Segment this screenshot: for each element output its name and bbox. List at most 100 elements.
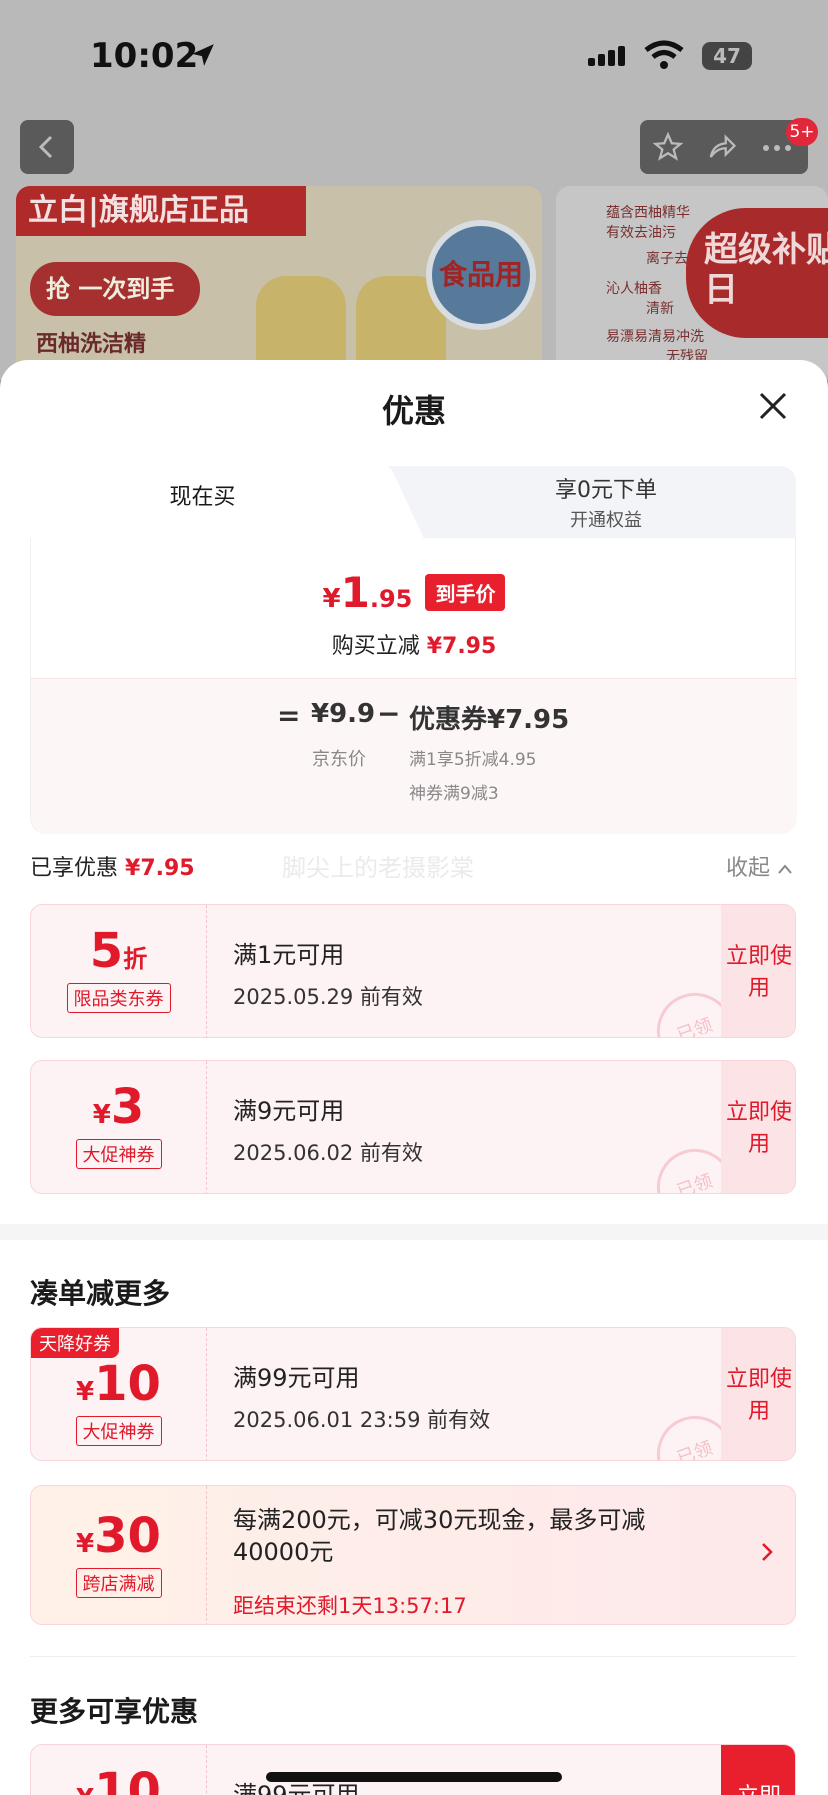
collapse-label: 收起 (726, 856, 771, 881)
more-icon[interactable] (762, 144, 792, 152)
breakdown-minus: − (377, 697, 401, 730)
breakdown-detail: 满1享5折减4.95 (409, 750, 537, 770)
battery-indicator: 47 (702, 42, 752, 70)
sheet-title: 优惠 (381, 392, 446, 430)
use-coupon-button[interactable]: 立即 (721, 1745, 795, 1795)
price-card: ¥1.95 到手价 购买立减 ¥7.95 = ¥9.9 − 优惠券¥7.95 京… (30, 538, 797, 834)
coupon-number: 3 (110, 1079, 145, 1135)
coupon-type-tag: 大促神券 (75, 1139, 162, 1169)
banner-grab: 抢 一次到手 (30, 262, 200, 316)
coupon-unit: 折 (123, 945, 148, 973)
coupon-value: ¥30 跨店满减 (31, 1486, 207, 1624)
final-price-tag: 到手价 (425, 574, 506, 611)
price-decimal: .95 (369, 585, 413, 613)
coupon-type-tag: 跨店满减 (75, 1568, 162, 1598)
background-page: 10:02 47 5+ 立白|旗舰店正品 抢 一次到手 西柚洗洁精 食品用 蕴含… (0, 0, 828, 380)
coupon-amount: ¥30 (31, 1508, 206, 1564)
chevron-left-icon (38, 135, 53, 159)
coupon-card: ¥10 满99元可用 立即 (30, 1744, 796, 1795)
star-icon[interactable] (652, 132, 684, 162)
price-integer: 1 (340, 568, 370, 617)
feature-line: 清新 (646, 301, 674, 317)
coupon-condition: 满1元可用 (233, 941, 345, 969)
enjoyed-amount: ¥7.95 (125, 856, 195, 881)
coupon-type-tag: 大促神券 (75, 1416, 162, 1446)
super-subsidy-badge: 超级补贴日 (686, 208, 828, 338)
use-coupon-button[interactable]: 立即使用 (721, 905, 795, 1037)
coupon-card: 天降好券 ¥10 大促神券 满99元可用 2025.06.01 23:59 前有… (30, 1327, 796, 1461)
tab-buy-now[interactable]: 现在买 (30, 458, 375, 538)
feature-line: 蕴含西柚精华 (606, 205, 690, 221)
section-divider (0, 1224, 828, 1240)
section-title-more: 凑单减更多 (30, 1277, 171, 1310)
enjoyed-label: 已享优惠 (30, 856, 119, 881)
banner-product-name: 西柚洗洁精 (36, 332, 147, 357)
use-coupon-button[interactable]: 立即使用 (721, 1061, 795, 1193)
save-row: 购买立减 ¥7.95 (31, 628, 797, 660)
back-button[interactable] (20, 120, 74, 174)
collapse-button[interactable]: 收起 (726, 850, 793, 882)
section-title-extra: 更多可享优惠 (30, 1695, 199, 1728)
status-bar: 10:02 47 (0, 0, 828, 110)
coupon-type-tag: 限品类东券 (66, 983, 171, 1013)
purchase-mode-tabs: 现在买 享0元下单 开通权益 (30, 458, 796, 538)
coupon-amount: 5折 (31, 923, 206, 979)
feature-line: 沁人柚香 (606, 281, 662, 297)
share-icon[interactable] (706, 132, 738, 162)
coupon-amount: ¥10 (31, 1356, 206, 1412)
coupon-condition: 满9元可用 (233, 1097, 345, 1125)
food-grade-seal: 食品用 (426, 220, 536, 330)
save-label: 购买立减 (331, 634, 420, 659)
tab-buy-now-label: 现在买 (169, 485, 236, 510)
home-indicator (266, 1772, 562, 1782)
price-breakdown: = ¥9.9 − 优惠券¥7.95 京东价 满1享5折减4.95 神券满9减3 (31, 678, 797, 834)
coupon-validity: 2025.06.02 前有效 (233, 1141, 423, 1165)
tab-zero-order-subtitle: 开通权益 (570, 510, 642, 531)
notification-badge: 5+ (786, 118, 818, 146)
use-coupon-button[interactable]: 立即使用 (721, 1328, 795, 1460)
chevron-right-icon (762, 1543, 773, 1561)
coupon-validity: 2025.06.01 23:59 前有效 (233, 1408, 491, 1432)
tab-zero-order[interactable]: 享0元下单 开通权益 (416, 466, 796, 538)
price-currency: ¥ (322, 584, 341, 614)
feature-line: 易漂易清易冲洗 (606, 329, 704, 345)
coupon-currency: ¥ (76, 1377, 95, 1407)
coupon-number: 10 (94, 1763, 161, 1795)
product-banner: 立白|旗舰店正品 抢 一次到手 西柚洗洁精 食品用 (16, 186, 542, 380)
close-icon[interactable] (755, 388, 791, 424)
coupon-amount: ¥10 (31, 1763, 206, 1795)
save-amount: ¥7.95 (426, 634, 497, 659)
final-price: ¥1.95 (323, 568, 413, 617)
coupon-value: 5折 限品类东券 (31, 905, 207, 1037)
coupon-card: 5折 限品类东券 满1元可用 2025.05.29 前有效 已领 立即使用 (30, 904, 796, 1038)
breakdown-coupon-total: 优惠券¥7.95 (409, 705, 570, 735)
coupon-currency: ¥ (76, 1529, 95, 1559)
coupon-value: ¥10 大促神券 (31, 1328, 207, 1460)
enjoyed-discount: 已享优惠 ¥7.95 (30, 850, 195, 882)
section-divider (30, 1656, 796, 1657)
coupon-card: ¥3 大促神券 满9元可用 2025.06.02 前有效 已领 立即使用 (30, 1060, 796, 1194)
breakdown-equals: = (277, 699, 301, 732)
status-time: 10:02 (90, 36, 199, 76)
coupon-number: 10 (94, 1356, 161, 1412)
coupon-currency: ¥ (92, 1100, 111, 1130)
wifi-icon (644, 40, 684, 69)
coupon-condition: 每满200元，可减30元现金，最多可减40000元 (233, 1506, 646, 1566)
location-arrow-icon (192, 44, 214, 66)
coupon-condition: 满99元可用 (233, 1364, 360, 1392)
coupon-amount: ¥3 (31, 1079, 206, 1135)
breakdown-base-label: 京东价 (312, 749, 366, 770)
cross-store-discount-card[interactable]: ¥30 跨店满减 每满200元，可减30元现金，最多可减40000元 距结束还剩… (30, 1485, 796, 1625)
breakdown-detail: 神券满9减3 (409, 784, 499, 804)
chevron-up-icon (778, 864, 792, 874)
watermark-text: 脚尖上的老摄影棠 (282, 854, 474, 882)
tab-zero-order-title: 享0元下单 (555, 478, 657, 503)
coupon-value: ¥10 (31, 1745, 207, 1795)
banner-ribbon: 立白|旗舰店正品 (16, 186, 306, 236)
top-right-actions (640, 120, 808, 174)
coupon-number: 5 (89, 923, 124, 979)
cellular-signal-icon (588, 46, 628, 66)
feature-line: 有效去油污 (606, 225, 676, 241)
coupon-number: 30 (94, 1508, 161, 1564)
countdown-timer: 距结束还剩1天13:57:17 (233, 1594, 467, 1618)
